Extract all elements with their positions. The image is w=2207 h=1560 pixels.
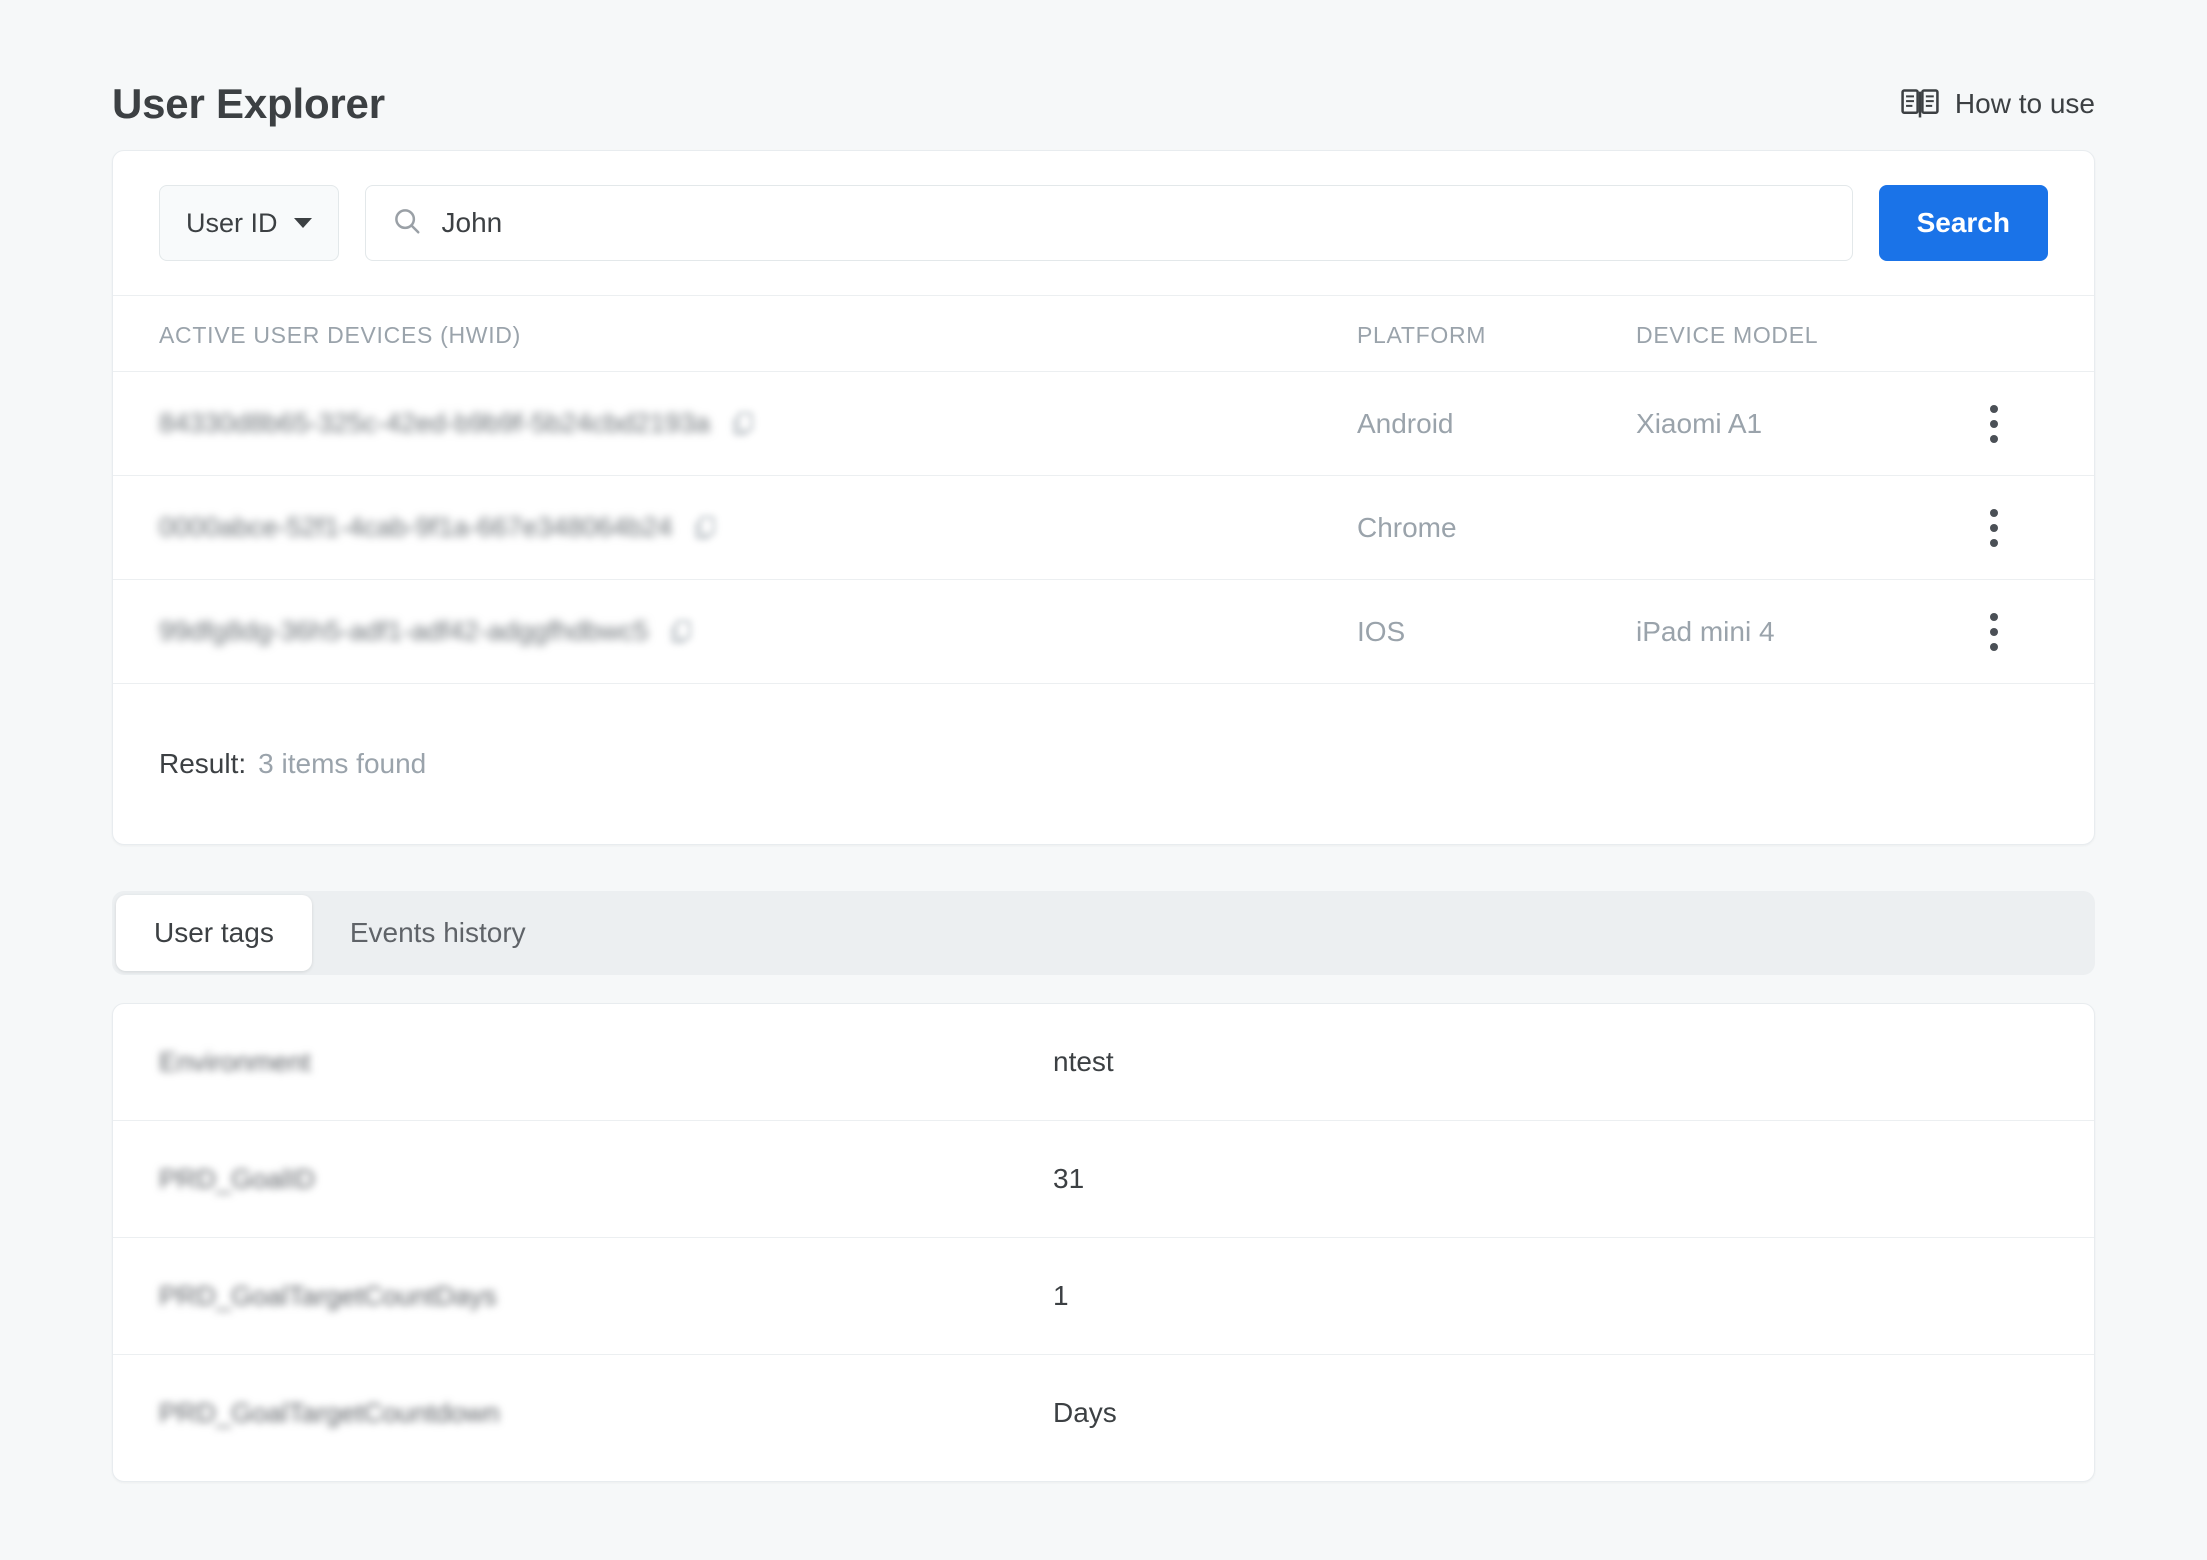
device-hwid-cell: 99dfg8dg-36h5-adf1-adf42-adggfhdbwc5	[113, 579, 1357, 684]
copy-icon[interactable]	[732, 411, 754, 436]
column-header-hwid: ACTIVE USER DEVICES (HWID)	[113, 295, 1357, 372]
device-hwid-cell: 84330d8b65-325c-42ed-b9b9f-5b24cbd2193a	[113, 371, 1357, 476]
result-count: 3 items found	[258, 748, 427, 779]
device-actions-cell	[1974, 475, 2094, 580]
tag-key-cell: Environment	[113, 1004, 1053, 1121]
device-platform-cell: Android	[1356, 371, 1637, 476]
column-header-platform: PLATFORM	[1356, 295, 1637, 372]
device-hwid-value: 99dfg8dg-36h5-adf1-adf42-adggfhdbwc5	[159, 616, 649, 646]
page-header: User Explorer How to use	[112, 0, 2095, 150]
more-vert-icon[interactable]	[1974, 404, 2014, 443]
device-platform-cell: Chrome	[1356, 475, 1637, 580]
copy-icon[interactable]	[670, 619, 692, 644]
tag-key-cell: PRD_GoalTargetCountDays	[113, 1237, 1053, 1355]
user-explorer-page: User Explorer How to use User ID John Se…	[0, 0, 2207, 1560]
search-type-label: User ID	[186, 207, 278, 238]
column-header-device-model: DEVICE MODEL	[1636, 295, 1975, 372]
tabs-bar: User tags Events history	[112, 891, 2095, 975]
more-vert-icon[interactable]	[1974, 508, 2014, 547]
device-actions-cell	[1974, 579, 2094, 684]
table-row[interactable]: 99dfg8dg-36h5-adf1-adf42-adggfhdbwc5 IOS…	[113, 579, 2094, 684]
table-row[interactable]: 0000abce-52f1-4cab-9f1a-667e348064b24 Ch…	[113, 475, 2094, 580]
copy-icon[interactable]	[694, 515, 716, 540]
table-row[interactable]: 84330d8b65-325c-42ed-b9b9f-5b24cbd2193a …	[113, 371, 2094, 476]
tag-value: ntest	[1053, 1004, 2094, 1121]
tag-key: PRD_GoalTargetCountDays	[159, 1280, 497, 1311]
device-hwid-value: 0000abce-52f1-4cab-9f1a-667e348064b24	[159, 512, 673, 542]
tag-key: PRD_GoalID	[159, 1163, 316, 1194]
device-model-cell	[1636, 475, 1975, 580]
tag-key-cell: PRD_GoalID	[113, 1120, 1053, 1238]
device-hwid-value: 84330d8b65-325c-42ed-b9b9f-5b24cbd2193a	[159, 408, 710, 438]
search-results-card: User ID Search ACTIVE USER DEVICES (HWID…	[112, 150, 2095, 845]
user-tags-table: Environment ntest PRD_GoalID 31 PRD_Goal…	[113, 1004, 2094, 1471]
column-header-actions	[1974, 295, 2094, 372]
device-model-cell: iPad mini 4	[1636, 579, 1975, 684]
search-type-select[interactable]: User ID	[159, 185, 339, 261]
search-input[interactable]	[441, 207, 1826, 239]
tag-value: 1	[1053, 1237, 2094, 1355]
search-button[interactable]: Search	[1878, 185, 2048, 261]
tag-key-cell: PRD_GoalTargetCountdown	[113, 1355, 1053, 1472]
result-label: Result:	[159, 748, 247, 779]
chevron-down-icon	[293, 218, 312, 228]
search-row: User ID Search	[113, 151, 2094, 295]
device-hwid-cell: 0000abce-52f1-4cab-9f1a-667e348064b24	[113, 475, 1357, 580]
search-icon	[392, 206, 422, 241]
tab-user-tags[interactable]: User tags	[116, 895, 312, 971]
tag-value: 31	[1053, 1120, 2094, 1238]
page-title: User Explorer	[112, 80, 385, 127]
list-item: Environment ntest	[113, 1004, 2094, 1121]
device-actions-cell	[1974, 371, 2094, 476]
result-summary: Result: 3 items found	[113, 684, 2094, 844]
list-item: PRD_GoalID 31	[113, 1120, 2094, 1238]
how-to-use-link[interactable]: How to use	[1901, 88, 2095, 120]
tab-events-history[interactable]: Events history	[312, 895, 564, 971]
list-item: PRD_GoalTargetCountdown Days	[113, 1355, 2094, 1472]
list-item: PRD_GoalTargetCountDays 1	[113, 1237, 2094, 1355]
device-model-cell: Xiaomi A1	[1636, 371, 1975, 476]
tag-value: Days	[1053, 1397, 1117, 1428]
how-to-use-label: How to use	[1954, 88, 2095, 119]
device-platform-cell: IOS	[1356, 579, 1637, 684]
user-tags-card: Environment ntest PRD_GoalID 31 PRD_Goal…	[112, 1003, 2095, 1482]
active-devices-table: ACTIVE USER DEVICES (HWID) PLATFORM DEVI…	[113, 295, 2094, 684]
more-vert-icon[interactable]	[1974, 612, 2014, 651]
search-input-wrapper[interactable]	[364, 185, 1853, 261]
menu-book-icon	[1901, 88, 1939, 120]
tag-key: PRD_GoalTargetCountdown	[159, 1397, 500, 1428]
table-header-row: ACTIVE USER DEVICES (HWID) PLATFORM DEVI…	[113, 295, 2094, 372]
tag-key: Environment	[159, 1046, 311, 1077]
